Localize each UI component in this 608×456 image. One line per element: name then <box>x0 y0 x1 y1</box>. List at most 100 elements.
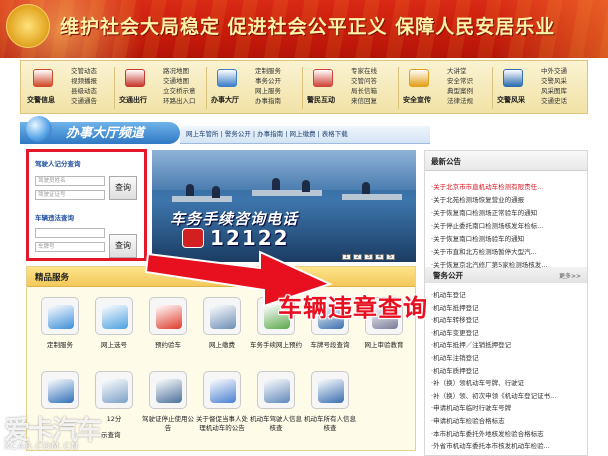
nav-link[interactable]: 法律法规 <box>447 96 473 106</box>
police-icon <box>503 69 523 87</box>
nav-link[interactable]: 视频播报 <box>71 76 97 86</box>
train-icon <box>125 69 145 87</box>
license-query-button[interactable]: 查询 <box>109 176 137 200</box>
service-item[interactable]: 机动车驾驶人信息核查 <box>250 371 302 441</box>
police-affairs-item[interactable]: ·外省市机动车委托本市核发机动车检验... <box>431 440 583 450</box>
police-affairs-item[interactable]: ·补（换）领、初次申领《机动车登记证书... <box>431 390 583 400</box>
driver-check-icon <box>264 379 290 403</box>
nav-link[interactable]: 交通史话 <box>541 96 567 106</box>
pager-dot[interactable]: 1 <box>342 254 351 260</box>
nav-link[interactable]: 交通通告 <box>71 96 97 106</box>
license-number-input[interactable]: 驾驶证证号 <box>35 190 105 200</box>
nav-title[interactable]: 安全宣传 <box>403 95 431 105</box>
police-affairs-item[interactable]: ·机动车抵押／注销抵押登记 <box>431 339 583 349</box>
service-icon-frame <box>149 297 187 335</box>
people-icon <box>313 69 333 87</box>
police-affairs-item[interactable]: ·补（换）领机动车号牌、行驶证 <box>431 377 583 387</box>
police-affairs-item[interactable]: ·机动车变更登记 <box>431 327 583 337</box>
pager-dot[interactable]: 2 <box>353 254 362 260</box>
service-item[interactable]: 网上缴费 <box>199 297 245 367</box>
photo-desk <box>342 194 402 200</box>
nav-item-1[interactable]: 交通出行 路况地图 交通地图 立交桥示意 环路出入口 <box>117 61 209 113</box>
police-affairs-item[interactable]: ·本市机动车委托外地核发检验合格标志 <box>431 428 583 438</box>
nav-link[interactable]: 路况地图 <box>163 66 196 76</box>
notice-item[interactable]: ·关于恢复南口检测场验车的通知 <box>431 233 583 243</box>
notice-item[interactable]: ·关于北京市市直机动车检测有限责任... <box>431 181 583 191</box>
nav-link[interactable]: 网上服务 <box>255 86 281 96</box>
nav-link[interactable]: 安全常识 <box>447 76 473 86</box>
nav-link[interactable]: 县级动态 <box>71 86 97 96</box>
service-item[interactable]: 网上选号 <box>91 297 137 367</box>
nav-links: 大讲堂 安全常识 典型案例 法律法规 <box>447 66 473 106</box>
vehicle-query-button[interactable]: 查询 <box>109 234 137 258</box>
notice-item[interactable]: ·关于北苑检测场恢复营业的通报 <box>431 194 583 204</box>
nav-link[interactable]: 局长信箱 <box>351 86 377 96</box>
service-item[interactable]: 机动车所有人信息核查 <box>304 371 356 441</box>
service-item[interactable]: 驾驶证停止使用公告 <box>142 371 194 441</box>
pager-dot[interactable]: 3 <box>364 254 373 260</box>
service-item[interactable]: 定制服务 <box>37 297 83 367</box>
service-item[interactable]: 关于督促当事人处理机动车的公告 <box>196 371 248 441</box>
channel-links[interactable]: 网上车管所 | 警务公开 | 办事指南 | 网上缴费 | 表格下载 <box>186 128 348 138</box>
police-affairs-item[interactable]: ·申请机动车临时行驶车号牌 <box>431 402 583 412</box>
nav-item-3[interactable]: 警民互动 专家在线 交管问答 局长信箱 来信回复 <box>305 61 397 113</box>
police-affairs-item[interactable]: ·申请机动车检验合格标志 <box>431 415 583 425</box>
service-icon-frame <box>149 371 187 409</box>
photo-person <box>272 178 280 190</box>
nav-link[interactable]: 典型案例 <box>447 86 473 96</box>
nav-link[interactable]: 中外交通 <box>541 66 567 76</box>
nav-title[interactable]: 警民互动 <box>307 95 335 105</box>
nav-link[interactable]: 专家在线 <box>351 66 377 76</box>
service-label: 驾驶证停止使用公告 <box>142 415 194 432</box>
pager-dot[interactable]: 4 <box>375 254 384 260</box>
nav-link[interactable]: 事务公开 <box>255 76 281 86</box>
nav-title[interactable]: 办事大厅 <box>211 95 239 105</box>
police-affairs-item[interactable]: ·机动车抵押登记 <box>431 302 583 312</box>
nav-link[interactable]: 交管问答 <box>351 76 377 86</box>
nav-link[interactable]: 大讲堂 <box>447 66 473 76</box>
hotline-photo-banner[interactable]: 车务手续咨询电话 12122 12345 <box>152 150 416 262</box>
police-affairs-title: 警务公开 <box>433 271 463 280</box>
nav-title[interactable]: 交警风采 <box>497 95 525 105</box>
service-icon-frame <box>95 371 133 409</box>
nav-link[interactable]: 定制服务 <box>255 66 281 76</box>
nav-title[interactable]: 交警信息 <box>27 95 55 105</box>
police-affairs-item[interactable]: ·机动车质押登记 <box>431 365 583 375</box>
service-item[interactable]: 预约验车 <box>145 297 191 367</box>
service-label: 车务手续网上预约 <box>250 341 302 349</box>
police-affairs-item[interactable]: ·机动车注销登记 <box>431 352 583 362</box>
vehicle-type-input[interactable] <box>35 228 105 238</box>
photo-person <box>362 182 370 194</box>
notice-item[interactable]: ·关于市直和北方检测场暂停大型汽... <box>431 246 583 256</box>
nav-title[interactable]: 交通出行 <box>119 95 147 105</box>
pager-dot[interactable]: 5 <box>386 254 395 260</box>
nav-link[interactable]: 立交桥示意 <box>163 86 196 96</box>
plate-number-input[interactable]: 车牌号 <box>35 242 105 252</box>
nav-link[interactable]: 来信回复 <box>351 96 377 106</box>
service-label: 网上缴费 <box>209 341 235 349</box>
annotation-text: 车辆违章查询 <box>278 294 428 322</box>
license-query-title: 驾驶人记分查询 <box>35 160 81 168</box>
hotline-number: 12122 <box>210 226 290 250</box>
notice-item[interactable]: ·关于停止委托南口检测场核发年检标... <box>431 220 583 230</box>
nav-link[interactable]: 交通地图 <box>163 76 196 86</box>
car-icon <box>48 379 74 403</box>
police-affairs-item[interactable]: ·机动车登记 <box>431 289 583 299</box>
police-affairs-item[interactable]: ·机动车转移登记 <box>431 314 583 324</box>
nav-item-2[interactable]: 办事大厅 定制服务 事务公开 网上服务 办事指南 <box>209 61 301 113</box>
service-label: 机动车所有人信息核查 <box>304 415 356 432</box>
nav-link[interactable]: 风采图库 <box>541 86 567 96</box>
more-link[interactable]: 更多>> <box>559 271 581 280</box>
nav-item-5[interactable]: 交警风采 中外交通 交警风采 风采图库 交通史话 <box>495 61 587 113</box>
nav-link[interactable]: 交管动态 <box>71 66 97 76</box>
nav-link[interactable]: 环路出入口 <box>163 96 196 106</box>
nav-item-0[interactable]: 交警信息 交管动态 视频播报 县级动态 交通通告 <box>25 61 117 113</box>
nav-link[interactable]: 办事指南 <box>255 96 281 106</box>
nav-link[interactable]: 交警风采 <box>541 76 567 86</box>
notice-item[interactable]: ·关于恢复南口检测场正常验车的通知 <box>431 207 583 217</box>
nav-links: 定制服务 事务公开 网上服务 办事指南 <box>255 66 281 106</box>
nav-item-4[interactable]: 安全宣传 大讲堂 安全常识 典型案例 法律法规 <box>401 61 493 113</box>
notice-item[interactable]: ·关于恢复京北汽修厂第5家检测场核发... <box>431 259 583 269</box>
payment-icon <box>210 305 236 329</box>
driver-name-input[interactable]: 驾驶员姓名 <box>35 176 105 186</box>
